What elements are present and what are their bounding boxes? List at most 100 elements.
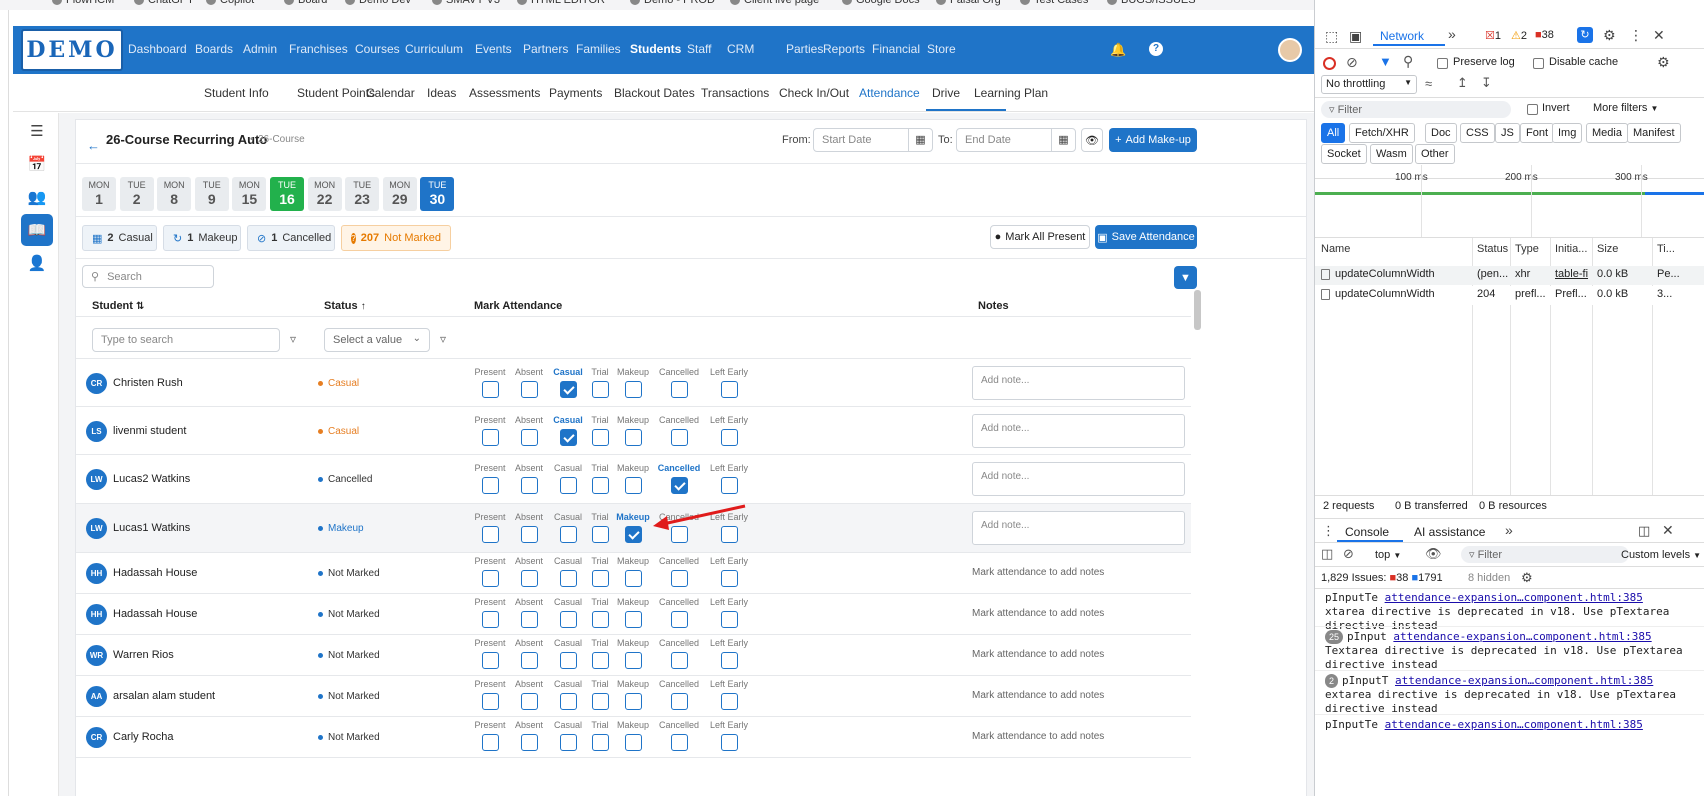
note-input[interactable]: Add note...: [972, 414, 1185, 448]
nav-events[interactable]: Events: [475, 42, 512, 56]
date-tab[interactable]: MON 1: [82, 177, 116, 211]
bookmark-item[interactable]: SMAVY V3: [432, 0, 500, 6]
type-filter-font[interactable]: Font: [1520, 123, 1555, 143]
type-filter-socket[interactable]: Socket: [1321, 144, 1367, 164]
clear-console-icon[interactable]: ⊘: [1343, 546, 1354, 562]
attendance-checkbox-absent[interactable]: [521, 429, 538, 446]
attendance-checkbox-cancelled[interactable]: [671, 570, 688, 587]
student-name[interactable]: arsalan alam student: [113, 690, 215, 702]
attendance-checkbox-casual[interactable]: [560, 652, 577, 669]
attendance-checkbox-absent[interactable]: [521, 570, 538, 587]
type-filter-img[interactable]: Img: [1552, 123, 1583, 143]
download-icon[interactable]: ↧: [1481, 75, 1492, 91]
date-tab[interactable]: TUE 23: [345, 177, 380, 211]
attendance-checkbox-trial[interactable]: [592, 693, 609, 710]
subtab-student-points[interactable]: Student Points: [297, 86, 375, 100]
invert-checkbox[interactable]: [1527, 104, 1538, 115]
attendance-checkbox-cancelled[interactable]: [671, 429, 688, 446]
request-name[interactable]: updateColumnWidth: [1335, 268, 1435, 280]
close-icon[interactable]: ✕: [1662, 522, 1674, 539]
col-header[interactable]: Initia...: [1555, 243, 1587, 255]
type-filter-js[interactable]: JS: [1495, 123, 1520, 143]
book-icon[interactable]: 📖: [21, 214, 53, 246]
filter-icon[interactable]: ▿: [290, 332, 296, 346]
eye-icon[interactable]: 👁: [1425, 546, 1442, 562]
attendance-checkbox-cancelled[interactable]: [671, 477, 688, 494]
attendance-checkbox-makeup[interactable]: [625, 526, 642, 543]
attendance-checkbox-left-early[interactable]: [721, 611, 738, 628]
device-icon[interactable]: ▣: [1349, 28, 1362, 45]
attendance-checkbox-casual[interactable]: [560, 693, 577, 710]
attendance-checkbox-absent[interactable]: [521, 381, 538, 398]
subtab-check-in-out[interactable]: Check In/Out: [779, 86, 849, 100]
attendance-checkbox-casual[interactable]: [560, 477, 577, 494]
filter-icon[interactable]: ▿: [440, 332, 446, 346]
attendance-checkbox-makeup[interactable]: [625, 652, 642, 669]
levels-select[interactable]: Custom levels ▼: [1621, 549, 1701, 561]
makeup-count-chip[interactable]: ↻ 1 Makeup: [163, 225, 241, 251]
start-date-input[interactable]: Start Date ▦: [813, 128, 933, 152]
nav-crm[interactable]: CRM: [727, 42, 754, 56]
cancelled-count-chip[interactable]: ⊘ 1 Cancelled: [247, 225, 335, 251]
tab-console[interactable]: Console: [1345, 525, 1389, 539]
attendance-checkbox-makeup[interactable]: [625, 381, 642, 398]
status-select[interactable]: Select a value ⌄: [324, 328, 430, 352]
gear-icon[interactable]: ⚙: [1521, 570, 1533, 586]
nav-curriculum[interactable]: Curriculum: [405, 42, 463, 56]
nav-partners[interactable]: Partners: [523, 42, 568, 56]
scrollbar[interactable]: [1194, 290, 1201, 330]
date-tab[interactable]: TUE 9: [194, 177, 229, 211]
tab-network[interactable]: Network: [1380, 29, 1424, 43]
type-filter-fetch-xhr[interactable]: Fetch/XHR: [1349, 123, 1415, 143]
issue-count[interactable]: ■38: [1535, 29, 1554, 41]
attendance-checkbox-present[interactable]: [482, 611, 499, 628]
nav-reports[interactable]: Reports: [823, 42, 865, 56]
bookmark-item[interactable]: Demo Dev: [345, 0, 411, 6]
sync-icon[interactable]: ↻: [1577, 27, 1593, 43]
subtab-attendance[interactable]: Attendance: [859, 86, 920, 100]
subtab-blackout-dates[interactable]: Blackout Dates: [614, 86, 695, 100]
attendance-checkbox-left-early[interactable]: [721, 429, 738, 446]
attendance-checkbox-absent[interactable]: [521, 477, 538, 494]
date-tab[interactable]: MON 29: [382, 177, 417, 211]
issues-summary[interactable]: 1,829 Issues: ■38 ■1791: [1321, 572, 1443, 584]
nav-franchises[interactable]: Franchises: [289, 42, 348, 56]
request-name[interactable]: updateColumnWidth: [1335, 288, 1435, 300]
preserve-log-checkbox[interactable]: [1437, 58, 1448, 69]
source-link[interactable]: attendance-expansion…component.html:385: [1395, 674, 1653, 687]
col-header[interactable]: Type: [1515, 243, 1539, 255]
student-name[interactable]: livenmi student: [113, 425, 186, 437]
attendance-checkbox-trial[interactable]: [592, 570, 609, 587]
attendance-checkbox-cancelled[interactable]: [671, 611, 688, 628]
end-date-input[interactable]: End Date ▦: [956, 128, 1076, 152]
nav-parties[interactable]: Parties: [786, 42, 823, 56]
attendance-checkbox-left-early[interactable]: [721, 734, 738, 751]
dock-icon[interactable]: ◫: [1638, 523, 1650, 539]
col-header[interactable]: Status: [1477, 243, 1508, 255]
attendance-checkbox-present[interactable]: [482, 734, 499, 751]
date-tab[interactable]: TUE 2: [119, 177, 154, 211]
col-header[interactable]: Ti...: [1657, 243, 1675, 255]
date-tab[interactable]: MON 22: [307, 177, 342, 211]
student-name[interactable]: Warren Rios: [113, 649, 174, 661]
search-icon[interactable]: ⚲: [1403, 53, 1413, 70]
attendance-checkbox-trial[interactable]: [592, 526, 609, 543]
nav-dashboard[interactable]: Dashboard: [128, 42, 187, 56]
nav-staff[interactable]: Staff: [687, 42, 711, 56]
warning-count[interactable]: ⚠2: [1511, 29, 1527, 42]
attendance-checkbox-makeup[interactable]: [625, 611, 642, 628]
bookmark-item[interactable]: Board: [284, 0, 327, 6]
filter-button[interactable]: ▼: [1174, 266, 1197, 289]
nav-boards[interactable]: Boards: [195, 42, 233, 56]
attendance-checkbox-cancelled[interactable]: [671, 381, 688, 398]
type-filter-manifest[interactable]: Manifest: [1627, 123, 1681, 143]
attendance-checkbox-casual[interactable]: [560, 611, 577, 628]
preview-button[interactable]: 👁: [1081, 128, 1103, 152]
attendance-checkbox-present[interactable]: [482, 381, 499, 398]
more-tabs-icon[interactable]: »: [1505, 522, 1513, 538]
bookmark-item[interactable]: ChatGPT: [134, 0, 194, 6]
nav-courses[interactable]: Courses: [355, 42, 400, 56]
student-search-input[interactable]: ⚲ Search: [82, 265, 214, 288]
attendance-checkbox-makeup[interactable]: [625, 429, 642, 446]
help-icon[interactable]: ?: [1149, 42, 1163, 56]
